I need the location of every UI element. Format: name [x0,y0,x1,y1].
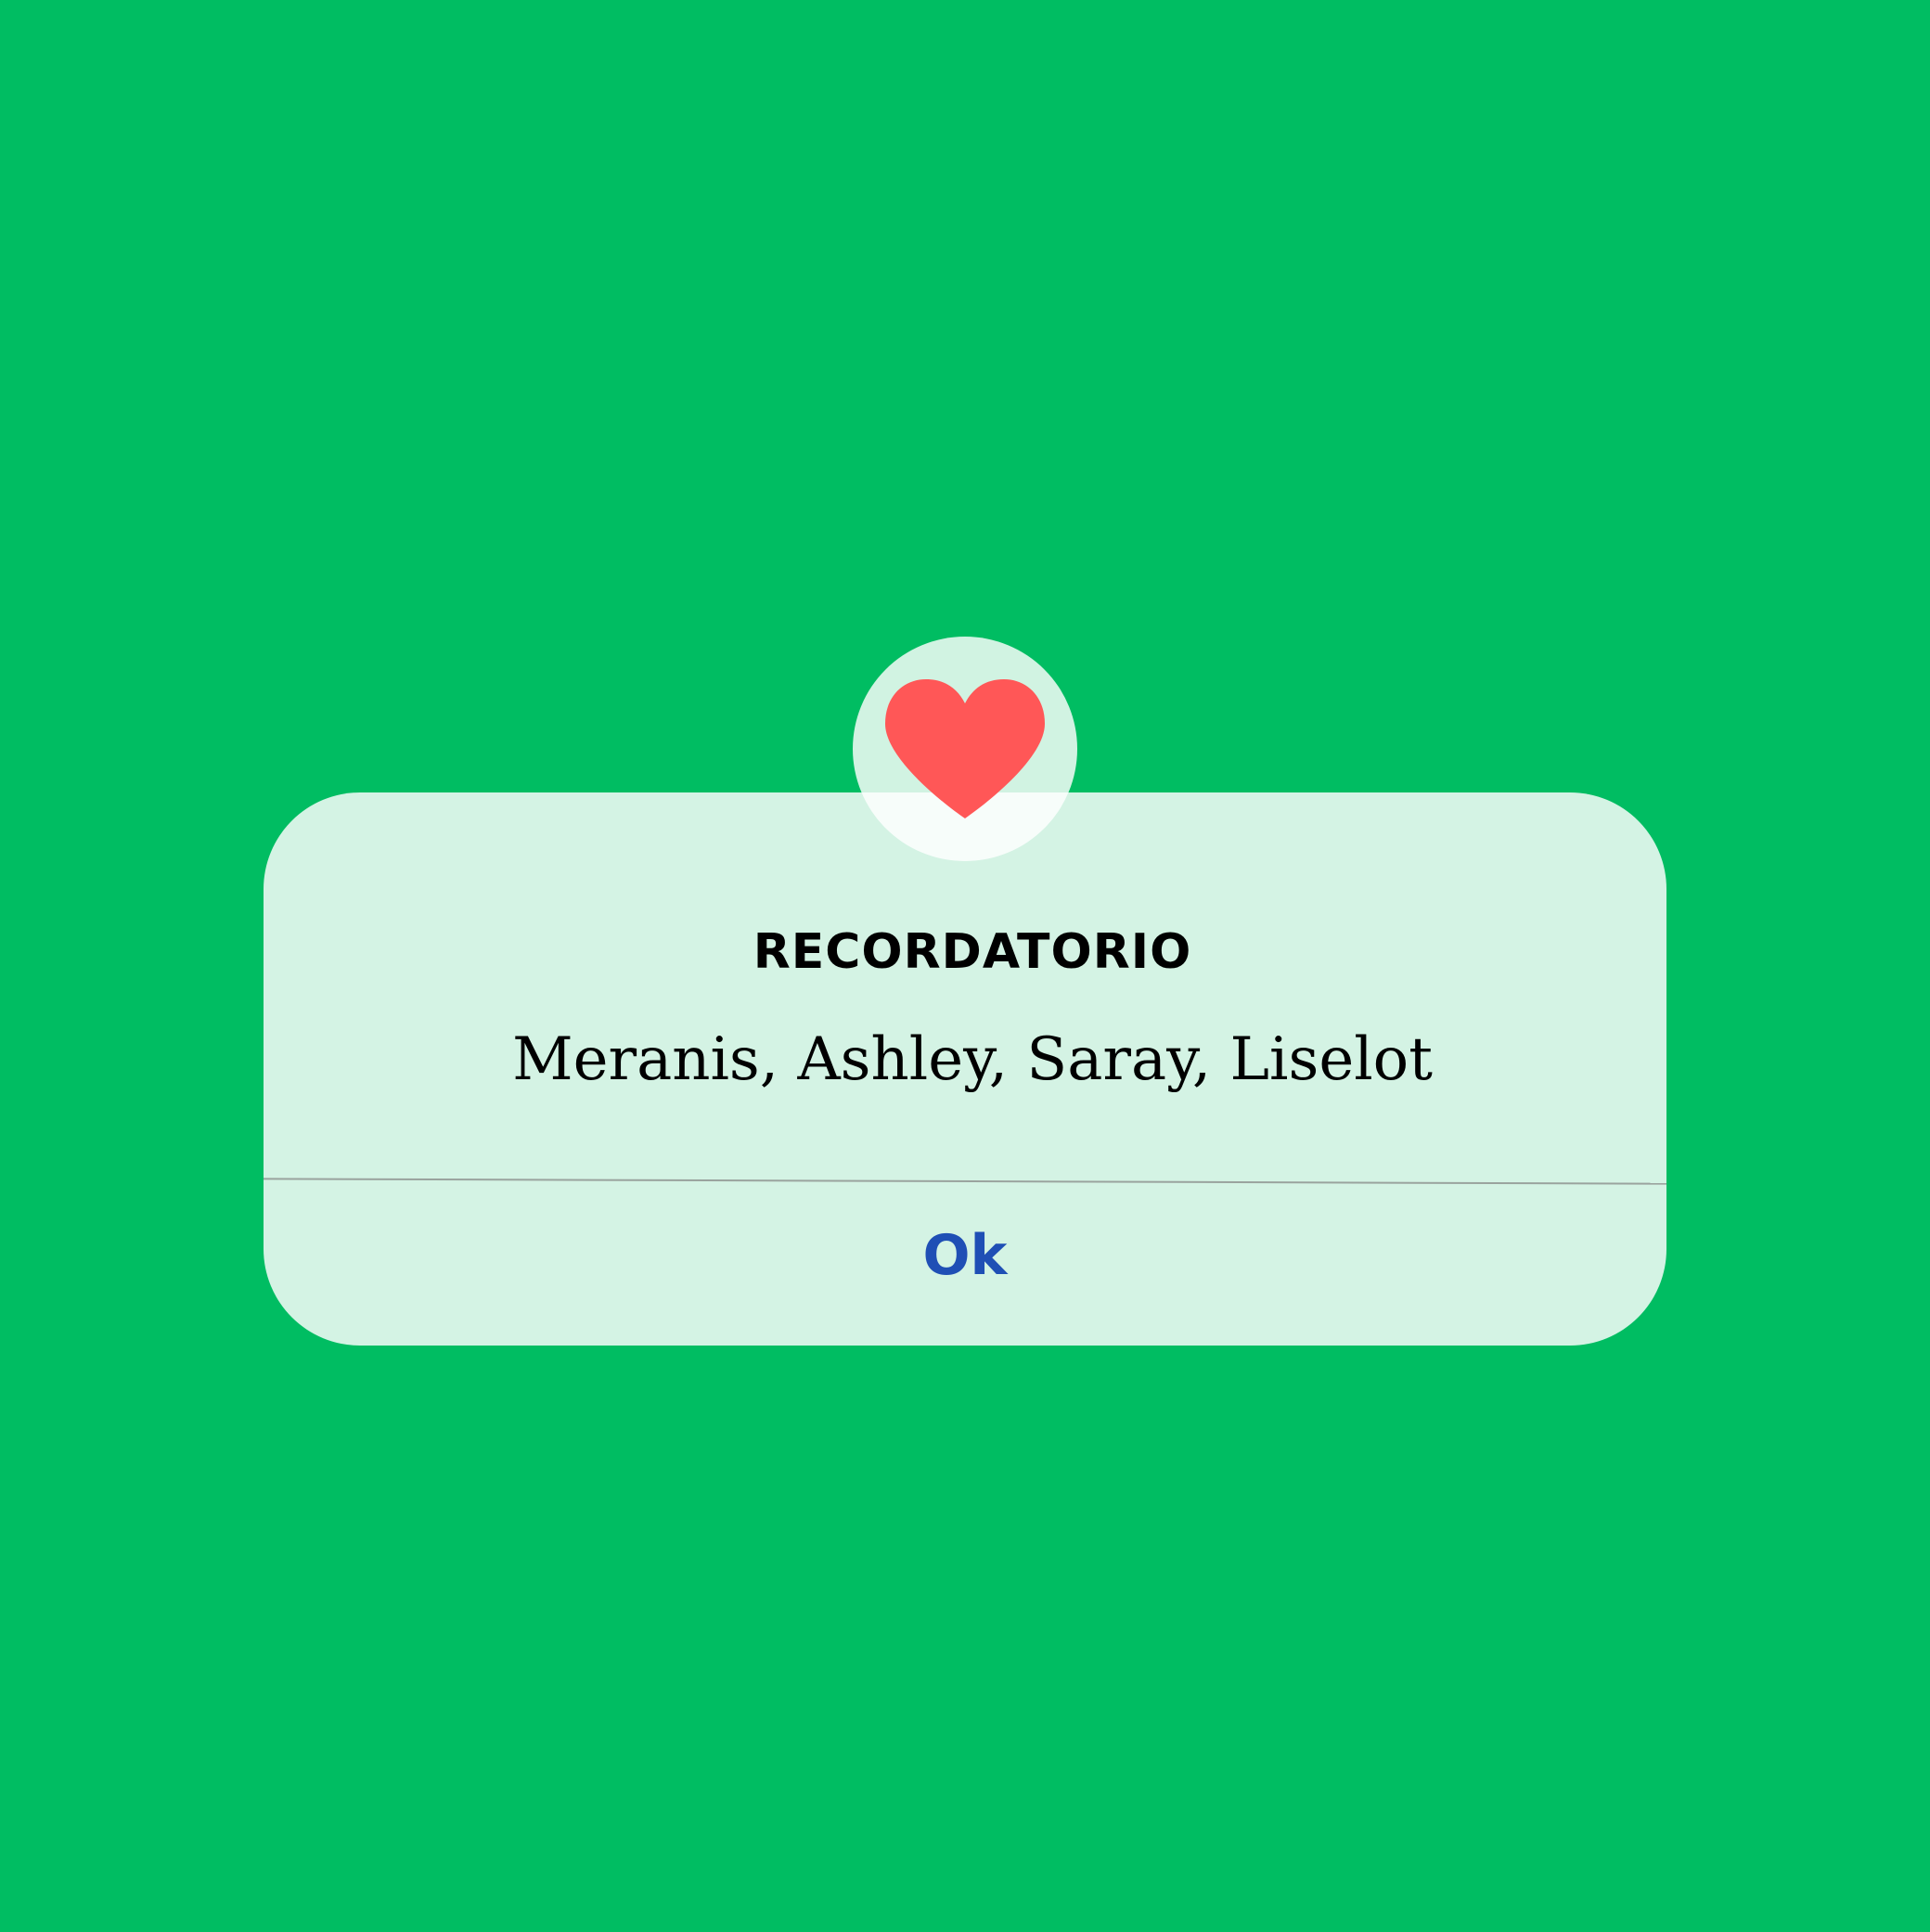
dialog-title: RECORDATORIO [753,924,1192,980]
icon-badge [853,637,1077,861]
heart-icon [885,679,1045,818]
ok-button[interactable]: Ok [264,1184,1666,1346]
screen: RECORDATORIO Meranis, Ashley, Saray, Lis… [0,0,1930,1932]
reminder-dialog: RECORDATORIO Meranis, Ashley, Saray, Lis… [264,792,1666,1346]
dialog-message: Meranis, Ashley, Saray, Liselot [512,1025,1433,1094]
